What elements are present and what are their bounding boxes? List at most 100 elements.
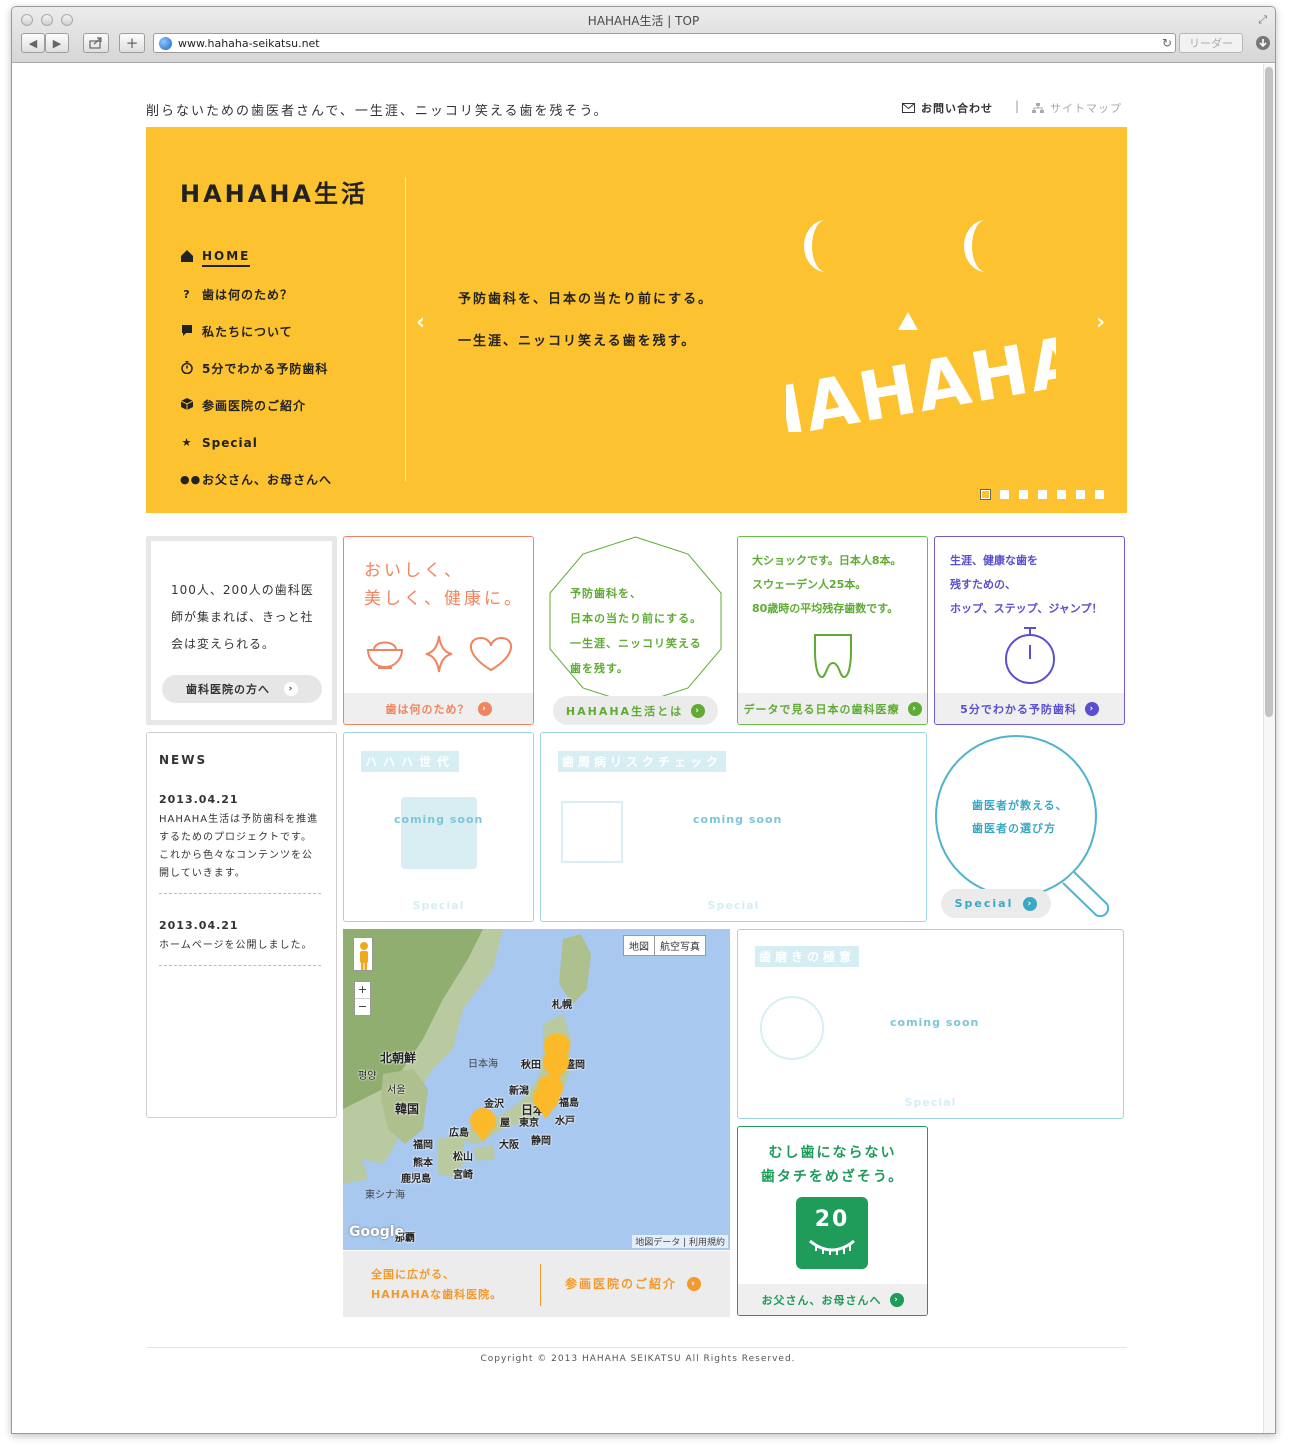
map-label: 新潟 <box>509 1086 529 1097</box>
why-icons-group <box>366 635 512 673</box>
why-title-line1: おいしく、 <box>364 561 464 581</box>
zoom-in-button[interactable]: + <box>355 982 370 998</box>
clinic-tile-text: 100人、200人の歯科医師が集まれば、きっと社会は変えられる。 <box>171 583 314 651</box>
twenty-teeth-badge: 20 <box>796 1197 868 1269</box>
sitemap-link[interactable]: サイトマップ <box>1032 100 1122 116</box>
for-clinics-tile[interactable]: 100人、200人の歯科医師が集まれば、きっと社会は変えられる。 歯科医院の方へ… <box>146 536 337 725</box>
map-label: 韓国 <box>395 1102 420 1116</box>
header-separator: | <box>1015 99 1020 113</box>
soon3-footer: Special <box>738 1087 1123 1118</box>
google-logo: Google <box>349 1224 405 1240</box>
hero-slide-dot[interactable] <box>1057 490 1066 499</box>
soon2-header: 歯周病リスクチェック <box>558 751 727 772</box>
soon3-header: 歯磨きの極意 <box>755 946 860 967</box>
news-date: 2013.04.21 <box>159 919 239 932</box>
hero-slide-dot[interactable] <box>980 489 991 500</box>
main-menu: HOME ? 歯は何のため？ 私たちについて 5分でわかる予防歯科 参画医院のご… <box>180 239 332 498</box>
hero-slide-dot[interactable] <box>1076 490 1085 499</box>
menu-item-clinics[interactable]: 参画医院のご紹介 <box>180 387 332 424</box>
reader-button[interactable]: リーダー <box>1179 33 1243 53</box>
choose-dentist-button[interactable]: Special › <box>941 889 1051 918</box>
map-type-map-button[interactable]: 地図 <box>624 936 654 955</box>
menu-item-special[interactable]: ★ Special <box>180 424 332 461</box>
five-line1: 生涯、健康な歯を <box>950 554 1038 567</box>
downloads-button[interactable] <box>1250 33 1275 53</box>
coming-soon-tile-1: ハハハ世代 coming soon Special <box>343 732 534 922</box>
chevron-right-icon: › <box>691 703 706 718</box>
browser-window: HAHAHA生活 | TOP ⤢ ◀ ▶ + www.hahaha-seikat… <box>11 6 1276 1434</box>
why-teeth-footer-link[interactable]: 歯は何のため？ › <box>344 693 533 724</box>
hero-prev-arrow[interactable]: ‹ <box>416 310 425 335</box>
back-button[interactable]: ◀ <box>21 33 45 53</box>
chevron-right-icon: › <box>477 701 492 716</box>
choose-dentist-tile[interactable]: 歯医者が教える、 歯医者の選び方 Special › <box>934 732 1125 922</box>
hero-next-arrow[interactable]: › <box>1096 310 1105 335</box>
map-label: 宮崎 <box>453 1170 473 1181</box>
hero-slide-dot[interactable] <box>1038 490 1047 499</box>
fullscreen-icon[interactable]: ⤢ <box>1258 13 1267 27</box>
menu-label-clinics: 参画医院のご紹介 <box>202 399 307 413</box>
soon1-header: ハハハ世代 <box>361 751 460 772</box>
news-item[interactable]: 2013.04.21 ホームページを公開しました。 <box>159 917 321 966</box>
hero-slide-dot[interactable] <box>1095 490 1104 499</box>
about-hahaha-button[interactable]: HAHAHA生活とは › <box>553 696 718 725</box>
for-parents-footer-link[interactable]: お父さん、お母さんへ › <box>738 1284 927 1315</box>
share-icon <box>89 37 102 49</box>
dental-data-footer-link[interactable]: データで見る日本の歯科医療 › <box>738 693 927 724</box>
five-minute-tile[interactable]: 生涯、健康な歯を 残すための、 ホップ、ステップ、ジャンプ！ 5分でわかる予防歯… <box>934 536 1125 725</box>
about-tile-text: 予防歯科を、 日本の当たり前にする。 一生涯、ニッコリ笑える 歯を残す。 <box>570 581 702 681</box>
hero-slide-dot[interactable] <box>1019 490 1028 499</box>
menu-item-why-teeth[interactable]: ? 歯は何のため？ <box>180 276 332 313</box>
participating-clinics-link[interactable]: 参画医院のご紹介 › <box>565 1275 702 1292</box>
parents-line2: 歯タチをめざそう。 <box>760 1169 905 1185</box>
why-teeth-tile[interactable]: おいしく、 美しく、健康に。 歯は何のため？ › <box>343 536 534 725</box>
map-label: 松山 <box>453 1152 473 1163</box>
browser-toolbar: HAHAHA生活 | TOP ⤢ ◀ ▶ + www.hahaha-seikat… <box>12 7 1275 63</box>
new-tab-button[interactable]: + <box>119 33 145 53</box>
map-label: 東シナ海 <box>365 1190 405 1201</box>
contact-link[interactable]: お問い合わせ <box>902 100 993 116</box>
reload-icon[interactable]: ↻ <box>1162 36 1172 50</box>
window-title: HAHAHA生活 | TOP <box>587 14 700 28</box>
choose-line2: 歯医者の選び方 <box>972 822 1056 835</box>
clinic-map[interactable]: + − 地図 航空写真 札幌 北朝鮮 日本海 秋田 盛岡 평양 서울 韓国 新潟… <box>343 929 730 1250</box>
forward-button[interactable]: ▶ <box>45 33 69 53</box>
speech-bubble-icon <box>180 324 194 339</box>
two-dots-icon: ●● <box>180 473 202 486</box>
map-label: 평양 <box>358 1071 377 1082</box>
share-button[interactable] <box>83 33 109 53</box>
five-minute-footer-link[interactable]: 5分でわかる予防歯科 › <box>935 693 1124 724</box>
map-attribution[interactable]: 地図データ | 利用規約 <box>632 1235 728 1248</box>
chevron-right-icon: › <box>1084 701 1099 716</box>
street-view-pegman-icon[interactable] <box>353 937 373 971</box>
checkbox-icon <box>561 801 623 863</box>
hero-slide-dot[interactable] <box>1000 490 1009 499</box>
star-icon: ★ <box>181 436 193 449</box>
news-item[interactable]: 2013.04.21 HAHAHA生活は予防歯科を推進するためのプロジェクトです… <box>159 791 321 894</box>
data-line2: スウェーデン人25本。 <box>752 578 867 591</box>
right-eye <box>964 220 986 272</box>
zoom-out-button[interactable]: − <box>355 998 370 1015</box>
about-hahaha-tile[interactable]: 予防歯科を、 日本の当たり前にする。 一生涯、ニッコリ笑える 歯を残す。 HAH… <box>540 536 731 725</box>
map-footer-divider <box>540 1264 541 1306</box>
site-logo[interactable]: HAHAHA生活 <box>180 174 368 209</box>
for-clinics-button[interactable]: 歯科医院の方へ › <box>162 675 322 703</box>
data-footer-label: データで見る日本の歯科医療 <box>743 702 900 716</box>
news-text: HAHAHA生活は予防歯科を推進するためのプロジェクトです。これから色々なコンテ… <box>159 814 319 879</box>
map-type-satellite-button[interactable]: 航空写真 <box>654 936 705 955</box>
hero-banner: HAHAHA生活 HOME ? 歯は何のため？ 私たちについて 5分でわかる予防 <box>146 127 1127 513</box>
back-arrow-icon: ◀ <box>28 36 38 50</box>
map-label: 福岡 <box>413 1140 433 1151</box>
menu-item-parents[interactable]: ●● お父さん、お母さんへ <box>180 461 332 498</box>
copyright: Copyright © 2013 HAHAHA SEIKATSU All Rig… <box>480 1354 796 1364</box>
menu-item-home[interactable]: HOME <box>180 239 332 276</box>
menu-item-five-minute[interactable]: 5分でわかる予防歯科 <box>180 350 332 387</box>
toothbrush-box-icon <box>401 797 477 869</box>
menu-item-about-us[interactable]: 私たちについて <box>180 313 332 350</box>
for-parents-tile[interactable]: むし歯にならない 歯タチをめざそう。 20 お父さん、お母さんへ › <box>737 1126 928 1316</box>
map-footer-line2: HAHAHAな歯科医院。 <box>371 1288 503 1301</box>
dental-data-tile[interactable]: 大ショックです。日本人8本。 スウェーデン人25本。 80歳時の平均残存歯数です… <box>737 536 928 725</box>
sitemap-label: サイトマップ <box>1050 102 1122 115</box>
plus-icon: + <box>125 34 139 52</box>
address-bar[interactable]: www.hahaha-seikatsu.net ↻ <box>153 33 1176 53</box>
